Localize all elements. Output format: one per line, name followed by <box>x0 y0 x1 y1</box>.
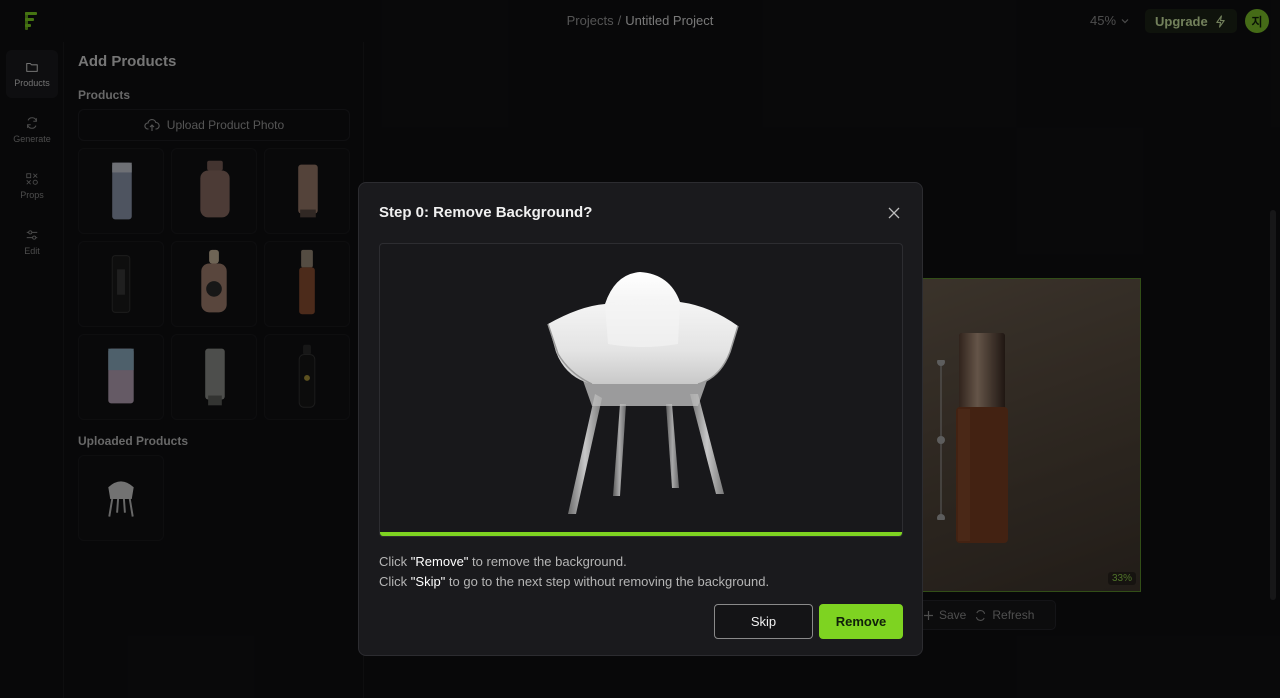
instruction-line-2: Click "Skip" to go to the next step with… <box>379 574 769 589</box>
skip-button[interactable]: Skip <box>714 604 813 639</box>
instruction-key-skip: "Skip" <box>410 574 446 589</box>
instruction-key-remove: "Remove" <box>410 554 469 569</box>
remove-button[interactable]: Remove <box>819 604 903 639</box>
instruction-text: to go to the next step without removing … <box>445 574 770 589</box>
close-icon[interactable] <box>886 205 902 221</box>
instruction-text: Click <box>379 574 411 589</box>
instruction-line-1: Click "Remove" to remove the background. <box>379 554 627 569</box>
app-root: Projects / Untitled Project 45% Upgrade 지 … <box>0 0 1280 698</box>
instruction-text: to remove the background. <box>468 554 627 569</box>
product-preview-stage <box>379 243 903 537</box>
chair-image <box>547 272 739 514</box>
remove-background-dialog: Step 0: Remove Background? Click "Remove… <box>358 182 923 656</box>
remove-progress-bar <box>380 532 902 536</box>
dialog-title: Step 0: Remove Background? <box>379 204 593 221</box>
instruction-text: Click <box>379 554 411 569</box>
